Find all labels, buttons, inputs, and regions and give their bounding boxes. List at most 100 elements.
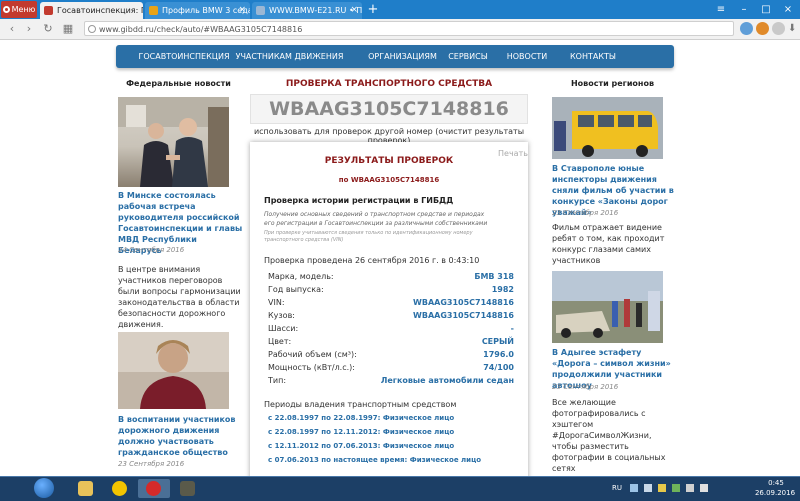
check-title: ПРОВЕРКА ТРАНСПОРТНОГО СРЕДСТВА	[285, 79, 493, 89]
row-label: VIN:	[268, 298, 285, 307]
row-label: Марка, модель:	[268, 272, 334, 281]
table-row: Тип: Легковые автомобили седан	[268, 376, 514, 389]
taskbar-app[interactable]	[104, 479, 136, 498]
opera-logo-icon	[2, 6, 10, 13]
network-icon[interactable]	[686, 484, 694, 492]
nav-organizaciyam[interactable]: ОРГАНИЗАЦИЯМ	[354, 45, 451, 68]
folder-icon	[78, 481, 93, 496]
row-label: Год выпуска:	[268, 285, 324, 294]
left-news-2-date: 23 Сентября 2016	[118, 460, 185, 468]
ownership-period: с 12.11.2012 по 07.06.2013: Физическое л…	[268, 442, 455, 450]
table-row: Год выпуска: 1982	[268, 285, 514, 298]
vehicle-details-table: Марка, модель: БМВ 318 Год выпуска: 1982…	[268, 272, 514, 389]
right-news-1-text: Фильм отражает видение ребят о том, как …	[552, 223, 665, 265]
nav-uchastnikam[interactable]: УЧАСТНИКАМ ДВИЖЕНИЯ	[222, 45, 357, 68]
close-tab-icon[interactable]: ×	[350, 2, 358, 19]
ownership-period: с 07.06.2013 по настоящее время: Физичес…	[268, 456, 482, 464]
forward-icon[interactable]: ›	[21, 21, 37, 37]
tray-icon[interactable]	[630, 484, 638, 492]
handshake-photo-icon	[118, 97, 229, 187]
portrait-photo-icon	[118, 332, 229, 409]
minimize-icon[interactable]: –	[734, 0, 754, 19]
extension-icon[interactable]	[756, 22, 769, 35]
nav-kontakty[interactable]: КОНТАКТЫ	[563, 45, 623, 68]
left-news-1-text: В центре внимания участников переговоров…	[118, 265, 241, 329]
close-tab-icon[interactable]: ×	[238, 2, 246, 19]
left-news-1-date: 24 Сентября 2016	[118, 246, 185, 254]
vin-box[interactable]: WBAAG3105C7148816	[250, 94, 528, 124]
tray-icon[interactable]	[658, 484, 666, 492]
row-value: 74/100	[483, 363, 514, 372]
reload-icon[interactable]: ↻	[40, 21, 56, 37]
ownership-period: с 22.08.1997 по 22.08.1997: Физическое л…	[268, 414, 455, 422]
bookmark-heart-icon[interactable]	[772, 22, 785, 35]
site-nav: ГОСАВТОИНСПЕКЦИЯ УЧАСТНИКАМ ДВИЖЕНИЯ ОРГ…	[116, 45, 674, 68]
table-row: Марка, модель: БМВ 318	[268, 272, 514, 285]
table-row: Мощность (кВт/л.с.): 74/100	[268, 363, 514, 376]
row-label: Кузов:	[268, 311, 295, 320]
vpn-icon[interactable]	[740, 22, 753, 35]
autoshow-photo-icon	[552, 271, 663, 343]
table-row: Шасси: -	[268, 324, 514, 337]
ownership-periods-title: Периоды владения транспортным средством	[264, 400, 457, 409]
menu-label: Меню	[11, 5, 36, 14]
tab-gibdd[interactable]: Госавтоинспекция: Пров	[40, 2, 143, 19]
url-input[interactable]: www.gibdd.ru/check/auto/#WBAAG3105C71488…	[84, 21, 734, 36]
news-photo-minibus[interactable]	[552, 97, 663, 159]
row-value: 1982	[491, 285, 514, 294]
history-title: Проверка истории регистрации в ГИБДД	[264, 196, 454, 205]
new-tab-button[interactable]: +	[366, 2, 380, 17]
page-favicon-icon	[149, 6, 158, 15]
news-photo-handshake[interactable]	[118, 97, 229, 187]
nav-servisy[interactable]: СЕРВИСЫ	[443, 45, 493, 68]
back-icon[interactable]: ‹	[4, 21, 20, 37]
row-label: Тип:	[268, 376, 287, 385]
row-value: 1796.0	[483, 350, 514, 359]
row-label: Мощность (кВт/л.с.):	[268, 363, 355, 372]
start-button[interactable]	[34, 478, 54, 498]
left-heading: Федеральные новости	[126, 79, 231, 88]
tab-bmw-e21[interactable]: WWW.BMW-E21.RU • Пр ×	[252, 2, 362, 19]
taskbar-explorer[interactable]	[70, 479, 102, 498]
right-news-2-date: 23 Сентября 2016	[552, 383, 619, 391]
tray-icon[interactable]	[672, 484, 680, 492]
row-value: WBAAG3105C7148816	[413, 298, 514, 307]
minibus-photo-icon	[552, 97, 663, 159]
clock-time[interactable]: 0:45	[757, 479, 795, 487]
url-text: www.gibdd.ru/check/auto/#WBAAG3105C71488…	[99, 25, 303, 34]
taskbar-game[interactable]	[172, 479, 204, 498]
history-description: Получение основных сведений о транспортн…	[264, 211, 488, 227]
tab-menu-icon[interactable]: ≡	[714, 0, 728, 19]
right-news-2-text: Все желающие фотографировались с хэштего…	[552, 398, 666, 473]
tab-title: Госавтоинспекция: Пров	[57, 6, 143, 15]
browser-menu-button[interactable]: Меню	[1, 1, 37, 18]
tab-title: WWW.BMW-E21.RU • Пр	[269, 6, 362, 15]
left-news-2-title[interactable]: В воспитании участников дорожного движен…	[118, 414, 243, 458]
history-note: При проверке учитываются сведения только…	[264, 230, 473, 243]
table-row: VIN: WBAAG3105C7148816	[268, 298, 514, 311]
language-indicator[interactable]: RU	[612, 484, 622, 492]
tab-title: Профиль BMW 3 седан	[162, 6, 250, 15]
nav-novosti[interactable]: НОВОСТИ	[499, 45, 555, 68]
news-photo-autoshow[interactable]	[552, 271, 663, 343]
tab-bmw-profile[interactable]: Профиль BMW 3 седан ×	[145, 2, 250, 19]
tray-icon[interactable]	[644, 484, 652, 492]
download-icon[interactable]: ⬇	[788, 23, 796, 34]
results-title: РЕЗУЛЬТАТЫ ПРОВЕРОК	[324, 156, 454, 166]
table-row: Цвет: СЕРЫЙ	[268, 337, 514, 350]
system-tray	[630, 481, 750, 495]
right-news-1-date: 23 Сентября 2016	[552, 209, 619, 217]
clock-date[interactable]: 26.09.2016	[752, 489, 798, 497]
row-value: СЕРЫЙ	[481, 337, 514, 346]
opera-icon	[146, 481, 161, 496]
speed-dial-icon[interactable]: ▦	[60, 21, 76, 37]
vin-display: WBAAG3105C7148816	[269, 98, 509, 120]
taskbar-opera[interactable]	[138, 479, 170, 498]
row-label: Шасси:	[268, 324, 299, 333]
volume-icon[interactable]	[700, 484, 708, 492]
news-photo-matvienko[interactable]	[118, 332, 229, 409]
maximize-icon[interactable]: □	[756, 0, 776, 19]
close-window-icon[interactable]: ×	[778, 0, 798, 19]
ownership-period: с 22.08.1997 по 12.11.2012: Физическое л…	[268, 428, 455, 436]
app-icon	[112, 481, 127, 496]
